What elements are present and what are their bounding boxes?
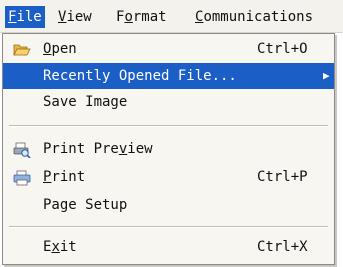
page-setup-label: Page Setup: [43, 197, 128, 213]
menu-format-rest: rmat: [132, 9, 167, 25]
menu-item-print-preview[interactable]: Print Preview: [3, 136, 334, 162]
save-image-label: Save Image: [43, 94, 128, 110]
menu-format[interactable]: Format: [116, 6, 167, 28]
menu-file-rest: ile: [16, 9, 42, 25]
menu-view-rest: iew: [66, 9, 92, 25]
open-label-rest: pen: [51, 41, 77, 57]
menu-separator: [9, 226, 328, 228]
submenu-arrow-icon: ▶: [323, 69, 330, 82]
open-shortcut: Ctrl+O: [257, 41, 308, 57]
menu-communications-rest: ommunications: [203, 9, 314, 25]
menu-item-print[interactable]: Print Ctrl+P: [3, 164, 334, 190]
print-shortcut: Ctrl+P: [257, 169, 308, 185]
menu-item-open[interactable]: Open Ctrl+O: [3, 36, 334, 62]
menu-item-page-setup[interactable]: Page Setup: [3, 192, 334, 218]
exit-shortcut: Ctrl+X: [257, 239, 308, 255]
print-label-rest: rint: [51, 169, 86, 185]
printer-icon: [13, 169, 31, 186]
menu-item-recently-opened-file[interactable]: Recently Opened File... ▶: [3, 63, 334, 89]
menu-view[interactable]: View: [58, 6, 92, 28]
exit-label-rest: it: [59, 239, 77, 255]
folder-open-icon: [13, 41, 31, 57]
print-preview-label-pre: Print Pre: [43, 141, 119, 157]
exit-mnemonic: x: [51, 239, 60, 255]
menu-separator: [9, 125, 328, 127]
menu-format-mnemonic: o: [124, 9, 133, 25]
recently-opened-label: Recently Opened File...: [43, 68, 237, 84]
menu-bar: File View Format Communications: [0, 0, 343, 33]
print-preview-label-rest: iew: [127, 141, 153, 157]
menu-file[interactable]: File: [5, 6, 45, 28]
menu-communications[interactable]: Communications: [195, 6, 313, 28]
menu-item-save-image[interactable]: Save Image: [3, 89, 334, 115]
menu-item-exit[interactable]: Exit Ctrl+X: [3, 234, 334, 260]
print-preview-icon: [13, 141, 31, 159]
file-menu-dropdown: Open Ctrl+O Recently Opened File... ▶ Sa…: [2, 33, 335, 265]
